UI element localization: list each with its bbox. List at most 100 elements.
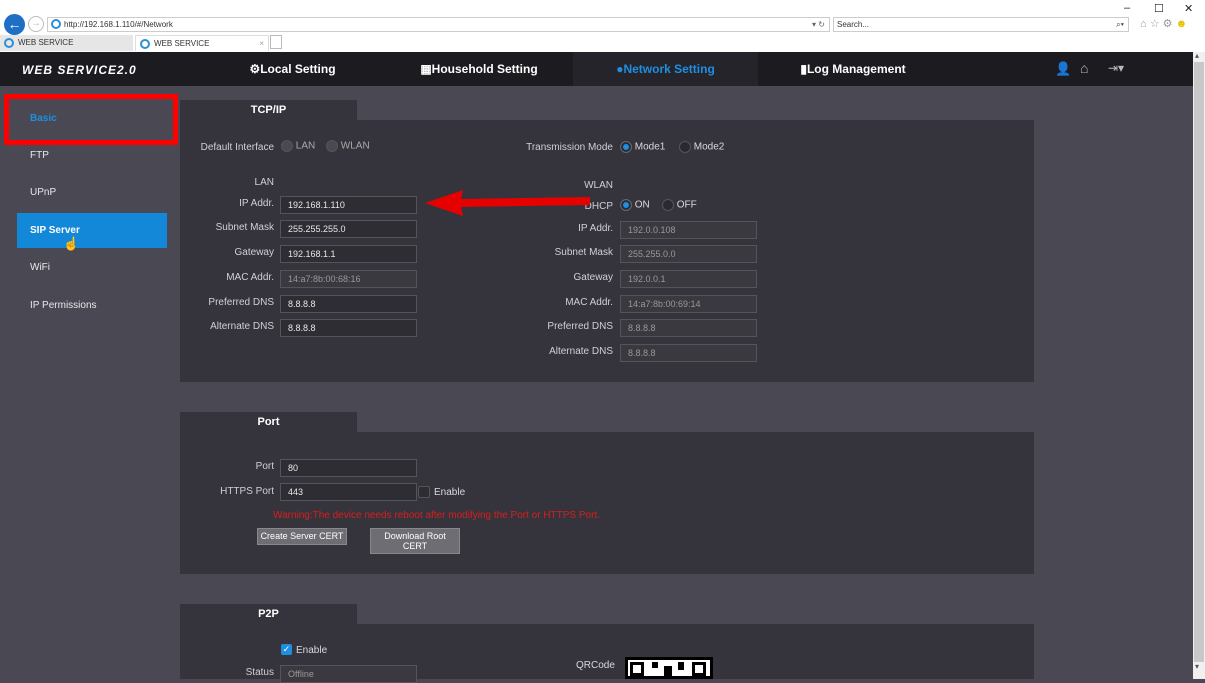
sidebar-item-wifi[interactable]: WiFi — [17, 250, 167, 285]
field-label: IP Addr. — [239, 198, 274, 209]
minimize-button[interactable]: – — [1124, 2, 1130, 14]
radio-label: Mode1 — [634, 141, 666, 153]
star-icon[interactable]: ☆ — [1150, 18, 1160, 30]
toolbar-icons[interactable]: ⌂ ☆ ⚙ ☻ — [1140, 17, 1187, 30]
nav-network-setting[interactable]: ●Network Setting — [573, 52, 758, 86]
dhcp-on-radio[interactable]: ON — [620, 199, 650, 211]
highlight-box — [4, 94, 178, 145]
field-input: 14:a7:8b:00:69:14 — [620, 295, 757, 313]
nav-log-management[interactable]: ▮Log Management — [758, 52, 948, 86]
cursor-icon: ☝ — [63, 236, 80, 251]
forward-button[interactable]: → — [28, 16, 44, 32]
ie-icon — [4, 38, 14, 48]
smiley-icon[interactable]: ☻ — [1176, 18, 1188, 30]
create-server-cert-button[interactable]: Create Server CERT — [257, 528, 347, 545]
nav-label: Household Setting — [431, 62, 538, 76]
logout-icon[interactable]: ⇥▾ — [1108, 61, 1124, 75]
p2p-enable-checkbox[interactable]: ✓ — [281, 644, 292, 655]
home-icon[interactable]: ⌂ — [1080, 60, 1088, 76]
radio-label: LAN — [295, 140, 316, 152]
home-icon[interactable]: ⌂ — [1140, 18, 1147, 30]
field-input[interactable]: 8.8.8.8 — [280, 319, 417, 337]
refresh-icon[interactable]: ▾ ↻ — [812, 18, 825, 31]
maximize-button[interactable]: ☐ — [1154, 2, 1164, 15]
user-icon[interactable]: 👤 — [1055, 61, 1071, 77]
browser-tab-active[interactable]: WEB SERVICE × — [135, 35, 269, 51]
nav-label: Local Setting — [260, 62, 336, 76]
search-placeholder: Search... — [837, 20, 870, 29]
radio-label: Mode2 — [693, 141, 725, 153]
nav-local-setting[interactable]: ⚙Local Setting — [200, 52, 385, 86]
https-enable-checkbox[interactable] — [418, 486, 430, 498]
field-label: MAC Addr. — [565, 297, 613, 308]
field-label: IP Addr. — [578, 223, 613, 234]
port-panel — [180, 432, 1034, 574]
radio-label: WLAN — [340, 140, 370, 152]
scroll-down-icon[interactable]: ▾ — [1195, 662, 1199, 671]
qrcode-label: QRCode — [576, 660, 615, 671]
field-input[interactable]: 255.255.255.0 — [280, 220, 417, 238]
port-tab[interactable]: Port — [180, 412, 357, 432]
gear-icon: ⚙ — [249, 62, 261, 76]
field-label: Subnet Mask — [215, 222, 274, 233]
tcpip-tab[interactable]: TCP/IP — [180, 100, 357, 120]
field-input: 255.255.0.0 — [620, 245, 757, 263]
field-input: 8.8.8.8 — [620, 319, 757, 337]
p2p-tab[interactable]: P2P — [180, 604, 357, 624]
nav-label: Log Management — [806, 62, 906, 76]
download-root-cert-button[interactable]: Download Root CERT — [370, 528, 460, 554]
new-tab-button[interactable] — [270, 35, 282, 49]
field-input: 14:a7:8b:00:68:16 — [280, 270, 417, 288]
close-button[interactable]: ✕ — [1184, 2, 1193, 15]
building-icon: ▦ — [420, 62, 432, 76]
warning-text: Warning:The device needs reboot after mo… — [273, 510, 601, 521]
transmission-mode-label: Transmission Mode — [526, 142, 613, 153]
scrollbar[interactable]: ▴ ▾ — [1193, 51, 1205, 679]
https-port-input[interactable]: 443 — [280, 483, 417, 501]
scroll-up-icon[interactable]: ▴ — [1195, 51, 1199, 60]
scrollbar-thumb[interactable] — [1194, 62, 1204, 662]
p2p-enable-label: Enable — [296, 645, 328, 656]
close-tab-icon[interactable]: × — [259, 36, 264, 51]
gear-icon[interactable]: ⚙ — [1163, 18, 1173, 30]
ie-icon — [140, 39, 150, 49]
tab-title: WEB SERVICE — [18, 38, 74, 47]
port-input[interactable]: 80 — [280, 459, 417, 477]
iface-lan-radio[interactable]: LAN — [281, 140, 315, 152]
field-input[interactable]: 8.8.8.8 — [280, 295, 417, 313]
sidebar-item-ip-permissions[interactable]: IP Permissions — [17, 288, 167, 323]
search-input[interactable]: Search... ⌕▾ — [833, 17, 1129, 32]
mode1-radio[interactable]: Mode1 — [620, 141, 665, 153]
field-label: Gateway — [573, 272, 613, 283]
radio-label: ON — [634, 199, 650, 211]
sidebar: Basic FTP UPnP SIP Server WiFi IP Permis… — [0, 86, 180, 679]
field-input[interactable]: 192.168.1.1 — [280, 245, 417, 263]
top-nav: WEB SERVICE2.0 ⚙Local Setting ▦Household… — [0, 52, 1193, 86]
field-label: Alternate DNS — [210, 321, 274, 332]
dhcp-off-radio[interactable]: OFF — [662, 199, 697, 211]
logo: WEB SERVICE2.0 — [22, 63, 137, 77]
mode2-radio[interactable]: Mode2 — [679, 141, 724, 153]
https-port-label: HTTPS Port — [220, 486, 274, 497]
sidebar-item-sip-server[interactable]: SIP Server — [17, 213, 167, 248]
field-label: Preferred DNS — [547, 321, 613, 332]
browser-chrome: ← → http://192.168.1.110/#/Network ▾ ↻ Se… — [0, 0, 1205, 52]
field-input[interactable]: 192.168.1.110 — [280, 196, 417, 214]
browser-tab[interactable]: WEB SERVICE — [0, 35, 133, 51]
lan-heading: LAN — [254, 177, 274, 188]
log-icon: ▮ — [800, 62, 807, 76]
search-icon[interactable]: ⌕▾ — [1116, 18, 1124, 31]
iface-wlan-radio[interactable]: WLAN — [326, 140, 370, 152]
back-button[interactable]: ← — [4, 14, 25, 35]
status-field: Offline — [280, 665, 417, 683]
qrcode-image — [625, 657, 713, 679]
port-label: Port — [255, 461, 274, 472]
status-label: Status — [245, 667, 274, 678]
field-label: Preferred DNS — [208, 297, 274, 308]
address-bar[interactable]: http://192.168.1.110/#/Network ▾ ↻ — [47, 17, 830, 32]
field-label: Alternate DNS — [549, 346, 613, 357]
nav-household-setting[interactable]: ▦Household Setting — [385, 52, 573, 86]
field-input: 192.0.0.1 — [620, 270, 757, 288]
sidebar-item-upnp[interactable]: UPnP — [17, 175, 167, 210]
https-enable-label: Enable — [434, 487, 466, 498]
